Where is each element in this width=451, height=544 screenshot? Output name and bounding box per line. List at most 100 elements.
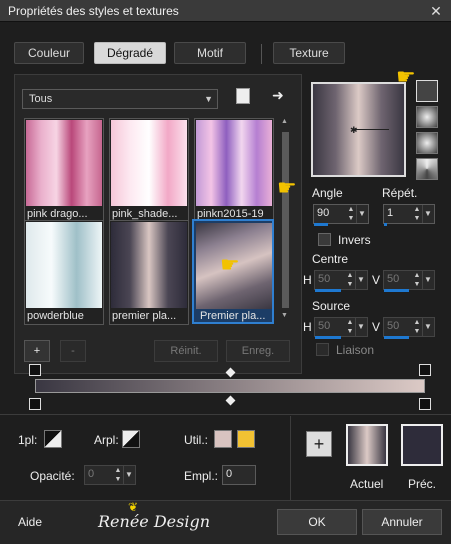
add-gradient-button[interactable]: + (24, 340, 50, 362)
add-to-swatches-button[interactable]: + (306, 431, 332, 457)
gradient-thumb-premier-plan-1[interactable]: premier pla... (109, 220, 189, 325)
spin-arrows-icon[interactable]: ▲ ▼ (412, 271, 422, 289)
source-v-label: V (372, 320, 381, 334)
window-title: Propriétés des styles et textures (8, 4, 179, 18)
category-selected: Tous (29, 93, 53, 105)
centre-v-spinner[interactable]: 50 ▲ ▼ ▼ (383, 270, 435, 292)
gradient-label: pink_shade... (112, 208, 178, 220)
tab-couleur[interactable]: Couleur (14, 42, 84, 64)
divider (290, 416, 291, 502)
chevron-down-icon[interactable]: ▼ (355, 271, 366, 289)
gradient-thumb-pink-shade[interactable]: pink_shade... (109, 118, 189, 223)
stop-marker-icon[interactable] (29, 364, 41, 376)
category-dropdown[interactable]: Tous ▼ (22, 89, 218, 109)
chevron-down-icon[interactable]: ▼ (356, 205, 367, 223)
empl-field[interactable]: 0 (222, 465, 256, 485)
arpl-swatch[interactable] (122, 430, 140, 448)
view-list-icon[interactable] (236, 88, 250, 104)
opacity-spinner[interactable]: 0 ▲ ▼ ▼ (84, 465, 136, 485)
save-gradient-button[interactable]: Enreg. (226, 340, 290, 362)
close-icon[interactable]: ✕ (427, 2, 445, 20)
arrow-right-icon[interactable]: ➜ (272, 87, 284, 104)
gradient-thumb-pinkn2015[interactable]: pinkn2015-19 (194, 118, 274, 223)
stop-marker-icon[interactable] (419, 398, 431, 410)
gradient-preview-large[interactable]: ✱ (311, 82, 406, 177)
previous-label: Préc. (408, 477, 437, 491)
centre-v-label: V (372, 273, 381, 287)
gradient-preview (196, 120, 272, 206)
opacity-label: Opacité: (30, 469, 75, 483)
tab-motif[interactable]: Motif (174, 42, 246, 64)
invert-checkbox[interactable] (318, 233, 331, 246)
source-h-spinner[interactable]: 50 ▲ ▼ ▼ (314, 317, 368, 339)
angle-label: Angle (312, 186, 343, 200)
gradient-label: pink drago... (27, 208, 88, 220)
thumb-scrollbar[interactable]: ▲ ▼ (279, 118, 293, 324)
tab-texture[interactable]: Texture (273, 42, 345, 64)
chevron-down-icon: ▼ (204, 94, 213, 104)
repeat-bar (384, 223, 387, 226)
spin-arrows-icon[interactable]: ▲ ▼ (412, 318, 422, 336)
source-label: Source (312, 299, 351, 313)
tab-separator (261, 44, 262, 64)
centre-label: Centre (312, 252, 349, 266)
scroll-down-icon[interactable]: ▼ (281, 312, 288, 319)
opacity-value: 0 (88, 468, 95, 480)
arpl-label: Arpl: (94, 433, 119, 447)
center-handle-icon[interactable]: ✱ (350, 125, 358, 136)
centre-h-spinner[interactable]: 50 ▲ ▼ ▼ (314, 270, 368, 292)
util-swatch-bg[interactable] (237, 430, 255, 448)
spin-arrows-icon[interactable]: ▲ ▼ (345, 271, 355, 289)
style-angular-button[interactable] (416, 158, 438, 180)
chevron-down-icon[interactable]: ▼ (123, 466, 134, 484)
centre-h-bar (315, 289, 341, 292)
style-radial-button[interactable] (416, 132, 438, 154)
gradient-label: Premier pla... (200, 310, 266, 322)
repeat-value: 1 (387, 207, 394, 219)
gradient-thumb-powderblue[interactable]: powderblue (24, 220, 104, 325)
repeat-spinner[interactable]: 1 ▲ ▼ ▼ (383, 204, 435, 226)
cancel-button[interactable]: Annuler (362, 509, 442, 535)
source-h-bar (315, 336, 341, 339)
empl-value: 0 (226, 468, 233, 480)
chevron-down-icon[interactable]: ▼ (422, 271, 433, 289)
gradient-label: premier pla... (112, 310, 177, 322)
spin-arrows-icon[interactable]: ▲ ▼ (113, 466, 123, 484)
gradient-thumb-pink-dragon[interactable]: pink drago... (24, 118, 104, 223)
previous-swatch[interactable] (401, 424, 443, 466)
chevron-down-icon[interactable]: ▼ (355, 318, 366, 336)
title-bar: Propriétés des styles et textures ✕ (0, 0, 451, 22)
source-v-spinner[interactable]: 50 ▲ ▼ ▼ (383, 317, 435, 339)
gradient-preview (26, 120, 102, 206)
util-swatch-fg[interactable] (214, 430, 232, 448)
spin-arrows-icon[interactable]: ▲ ▼ (412, 205, 422, 223)
help-link[interactable]: Aide (18, 515, 42, 529)
brand-watermark: Renée Design (98, 512, 211, 531)
style-linear-button[interactable] (416, 80, 438, 102)
current-swatch[interactable] (346, 424, 388, 466)
pl-swatch[interactable] (44, 430, 62, 448)
midpoint-marker-icon[interactable] (225, 395, 236, 406)
stop-marker-icon[interactable] (419, 364, 431, 376)
scrollbar-handle[interactable] (282, 132, 289, 308)
divider (0, 414, 451, 415)
remove-gradient-button[interactable]: - (60, 340, 86, 362)
stop-marker-icon[interactable] (29, 398, 41, 410)
angle-spinner[interactable]: 90 ▲ ▼ ▼ (313, 204, 369, 226)
repeat-label: Répét. (382, 186, 418, 200)
link-checkbox[interactable] (316, 343, 329, 356)
spin-arrows-icon[interactable]: ▲ ▼ (346, 205, 356, 223)
ok-button[interactable]: OK (277, 509, 357, 535)
reset-button[interactable]: Réinit. (154, 340, 218, 362)
chevron-down-icon[interactable]: ▼ (422, 318, 433, 336)
gradient-editor-bar[interactable] (35, 379, 425, 393)
gradient-preview (111, 120, 187, 206)
tab-degrade[interactable]: Dégradé (94, 42, 166, 64)
scroll-up-icon[interactable]: ▲ (281, 118, 288, 125)
spin-arrows-icon[interactable]: ▲ ▼ (345, 318, 355, 336)
link-label: Liaison (336, 343, 375, 357)
gradient-preview (26, 222, 102, 308)
chevron-down-icon[interactable]: ▼ (422, 205, 433, 223)
style-rectangular-button[interactable] (416, 106, 438, 128)
gradient-label: powderblue (27, 310, 84, 322)
